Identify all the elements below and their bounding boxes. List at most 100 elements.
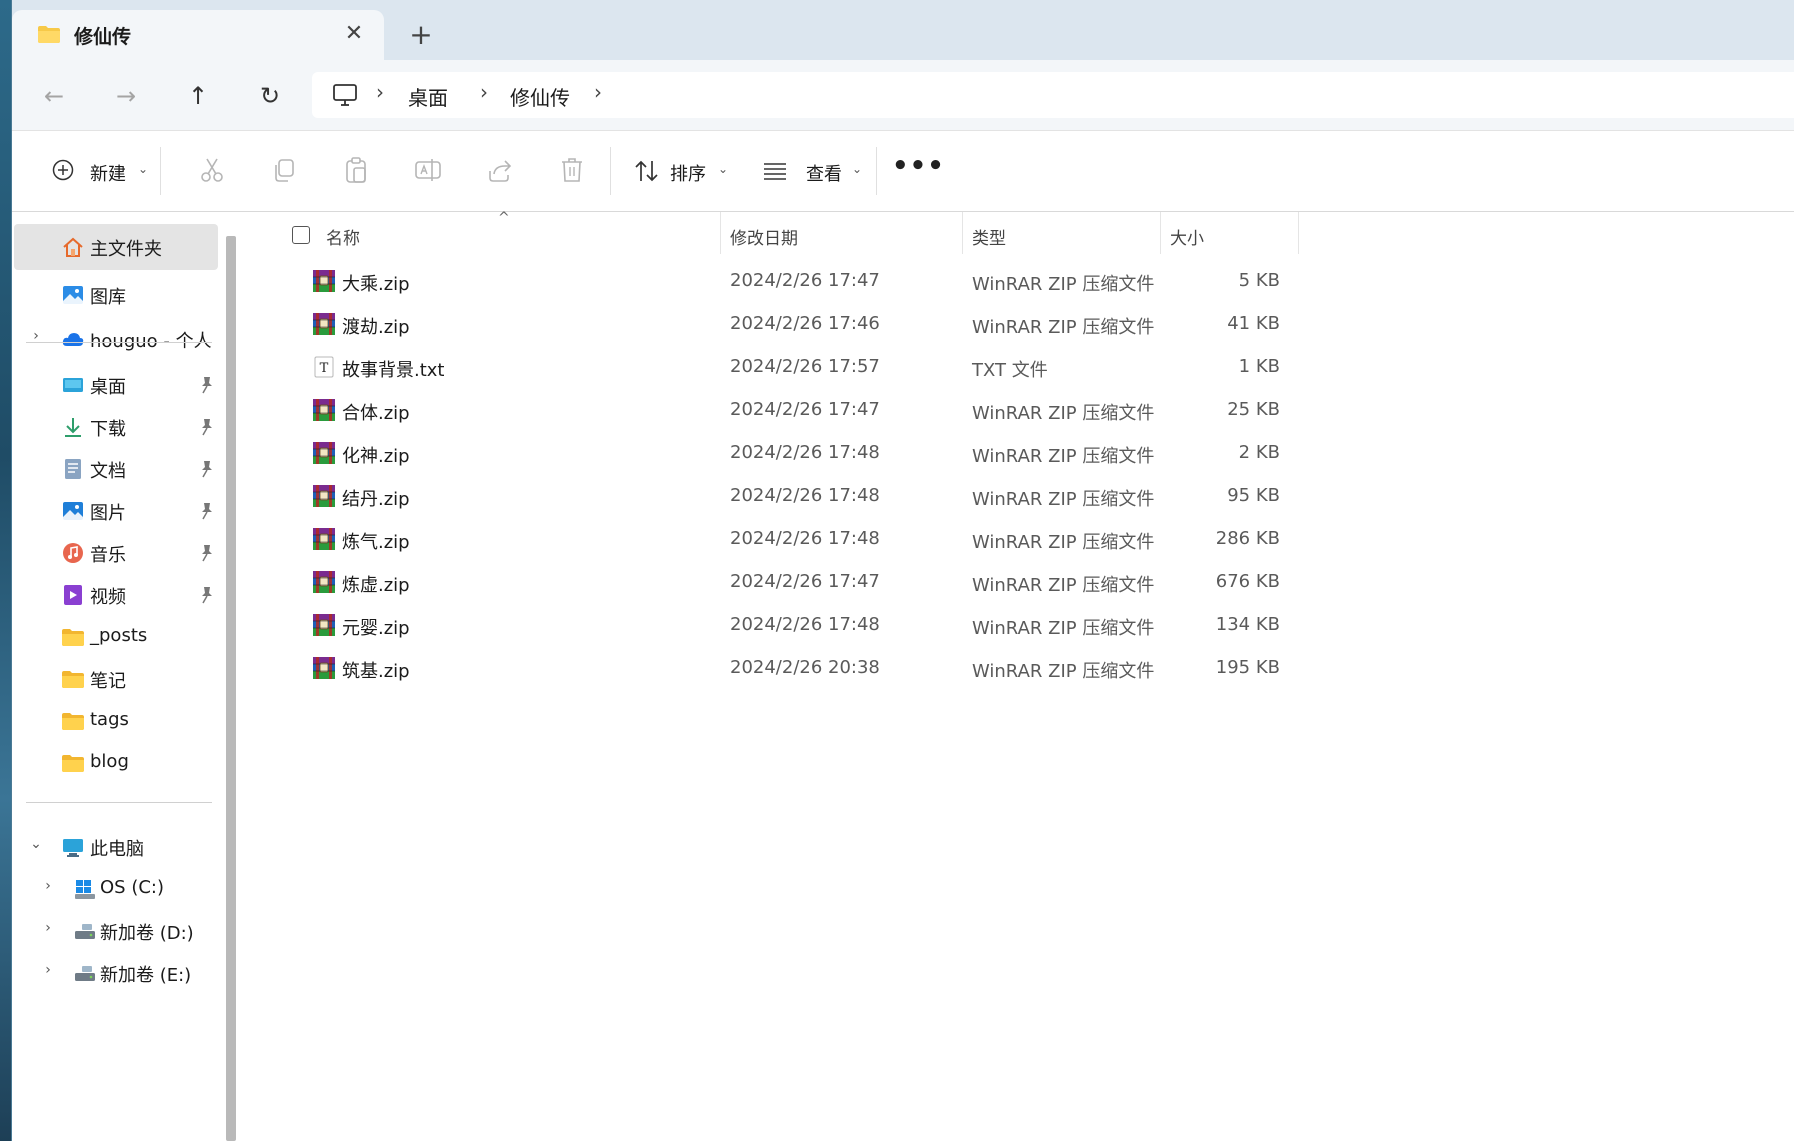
sidebar-divider: [26, 342, 212, 343]
toolbar-divider: [160, 147, 161, 195]
select-all-checkbox[interactable]: [292, 226, 310, 244]
refresh-button[interactable]: ↻: [248, 76, 292, 116]
more-options-button[interactable]: •••: [892, 151, 944, 191]
file-row[interactable]: 炼气.zip 2024/2/26 17:48 WinRAR ZIP 压缩文件 286 …: [244, 518, 1324, 561]
file-size: 41 KB: [1227, 313, 1280, 334]
file-row[interactable]: 化神.zip 2024/2/26 17:48 WinRAR ZIP 压缩文件 2 KB: [244, 432, 1324, 475]
new-tab-button[interactable]: +: [404, 20, 438, 54]
sidebar-item-music[interactable]: 音乐: [14, 530, 218, 576]
tab-current-folder[interactable]: 修仙传 ✕: [12, 10, 384, 60]
sidebar-item-label: 此电脑: [90, 839, 144, 860]
sidebar-item-drive-c[interactable]: › OS (C:): [14, 866, 218, 912]
forward-button[interactable]: →: [104, 76, 148, 116]
column-divider[interactable]: [1298, 212, 1299, 254]
sidebar-item-posts[interactable]: _posts: [14, 614, 218, 660]
file-date-modified: 2024/2/26 17:47: [730, 399, 880, 420]
file-name: 合体.zip: [342, 403, 410, 424]
breadcrumb-desktop[interactable]: 桌面: [408, 82, 448, 111]
file-type: WinRAR ZIP 压缩文件: [972, 661, 1155, 682]
sidebar-scrollbar[interactable]: [226, 236, 236, 1141]
view-button[interactable]: 查看 ⌄: [754, 149, 874, 193]
pin-icon[interactable]: [200, 544, 214, 562]
share-icon[interactable]: [485, 155, 515, 185]
cut-icon[interactable]: [197, 155, 227, 185]
file-date-modified: 2024/2/26 17:48: [730, 528, 880, 549]
file-row[interactable]: 合体.zip 2024/2/26 17:47 WinRAR ZIP 压缩文件 25 K…: [244, 389, 1324, 432]
copy-icon[interactable]: [269, 155, 299, 185]
column-header-name[interactable]: 名称: [326, 224, 360, 264]
file-type: WinRAR ZIP 压缩文件: [972, 317, 1155, 338]
sidebar-item-onedrive[interactable]: › houguo - 个人: [14, 316, 218, 362]
up-button[interactable]: ↑: [176, 76, 220, 116]
sidebar-item-documents[interactable]: 文档: [14, 446, 218, 492]
navigation-bar: ← → ↑ ↻ › 桌面 › 修仙传 ›: [12, 60, 1794, 131]
file-list: ^ 名称 修改日期 类型 大小 大乘.zip 2024/2/26 17:47 Win…: [244, 210, 1794, 1141]
file-date-modified: 2024/2/26 17:48: [730, 614, 880, 635]
file-type: WinRAR ZIP 压缩文件: [972, 575, 1155, 596]
folder-icon: [62, 713, 84, 730]
sidebar-item-notes[interactable]: 笔记: [14, 656, 218, 702]
rename-icon[interactable]: [413, 155, 443, 185]
navigation-pane: 主文件夹 图库 › houguo - 个人 桌面 下载 文档 图片 音乐 视频 …: [12, 212, 244, 1141]
winrar-archive-icon: [313, 399, 335, 421]
sidebar-item-desktop[interactable]: 桌面: [14, 362, 218, 408]
chevron-right-icon[interactable]: ›: [40, 962, 56, 978]
toolbar-divider: [610, 147, 611, 195]
sidebar-item-gallery[interactable]: 图库: [14, 272, 218, 318]
breadcrumb-separator[interactable]: ›: [480, 80, 488, 104]
column-header-date[interactable]: 修改日期: [730, 224, 798, 264]
pin-icon[interactable]: [200, 502, 214, 520]
chevron-down-icon: ⌄: [718, 162, 729, 176]
sidebar-item-label: 新加卷 (D:): [100, 923, 194, 944]
column-header-type[interactable]: 类型: [972, 224, 1006, 264]
file-size: 25 KB: [1227, 399, 1280, 420]
sidebar-item-home[interactable]: 主文件夹: [14, 224, 218, 270]
column-divider[interactable]: [1160, 212, 1161, 254]
title-bar[interactable]: 修仙传 ✕ +: [12, 0, 1794, 60]
sidebar-item-pictures[interactable]: 图片: [14, 488, 218, 534]
breadcrumb-separator[interactable]: ›: [594, 80, 602, 104]
sidebar-item-blog[interactable]: blog: [14, 740, 218, 786]
close-tab-button[interactable]: ✕: [340, 20, 368, 48]
new-button[interactable]: 新建 ⌄: [40, 149, 160, 193]
sidebar-item-drive-e[interactable]: › 新加卷 (E:): [14, 950, 218, 996]
chevron-down-icon[interactable]: ⌄: [28, 836, 44, 852]
column-divider[interactable]: [720, 212, 721, 254]
folder-icon: [62, 755, 84, 772]
sidebar-item-label: 视频: [90, 587, 126, 608]
file-size: 134 KB: [1215, 614, 1280, 635]
file-row[interactable]: 大乘.zip 2024/2/26 17:47 WinRAR ZIP 压缩文件 5 KB: [244, 260, 1324, 303]
delete-icon[interactable]: [557, 155, 587, 185]
pin-icon[interactable]: [200, 586, 214, 604]
chevron-right-icon[interactable]: ›: [40, 878, 56, 894]
file-date-modified: 2024/2/26 17:47: [730, 571, 880, 592]
sidebar-item-tags[interactable]: tags: [14, 698, 218, 744]
breadcrumb-separator[interactable]: ›: [376, 80, 384, 104]
sort-button-label: 排序: [670, 164, 706, 185]
file-row[interactable]: 炼虚.zip 2024/2/26 17:47 WinRAR ZIP 压缩文件 676 …: [244, 561, 1324, 604]
column-header-size[interactable]: 大小: [1170, 224, 1204, 264]
column-divider[interactable]: [962, 212, 963, 254]
music-icon: [63, 543, 83, 563]
file-row[interactable]: 元婴.zip 2024/2/26 17:48 WinRAR ZIP 压缩文件 134 …: [244, 604, 1324, 647]
pin-icon[interactable]: [200, 460, 214, 478]
pin-icon[interactable]: [200, 418, 214, 436]
file-row[interactable]: T 故事背景.txt 2024/2/26 17:57 TXT 文件 1 KB: [244, 346, 1324, 389]
pin-icon[interactable]: [200, 376, 214, 394]
paste-icon[interactable]: [341, 155, 371, 185]
file-row[interactable]: 筑基.zip 2024/2/26 20:38 WinRAR ZIP 压缩文件 195 …: [244, 647, 1324, 690]
back-button[interactable]: ←: [32, 76, 76, 116]
file-date-modified: 2024/2/26 17:48: [730, 485, 880, 506]
breadcrumb-current-folder[interactable]: 修仙传: [510, 82, 570, 111]
file-row[interactable]: 渡劫.zip 2024/2/26 17:46 WinRAR ZIP 压缩文件 41 K…: [244, 303, 1324, 346]
address-bar[interactable]: › 桌面 › 修仙传 ›: [312, 72, 1794, 118]
sort-button[interactable]: 排序 ⌄: [626, 149, 736, 193]
file-row[interactable]: 结丹.zip 2024/2/26 17:48 WinRAR ZIP 压缩文件 95 K…: [244, 475, 1324, 518]
file-type: WinRAR ZIP 压缩文件: [972, 532, 1155, 553]
file-size: 1 KB: [1238, 356, 1280, 377]
sidebar-item-videos[interactable]: 视频: [14, 572, 218, 618]
chevron-right-icon[interactable]: ›: [40, 920, 56, 936]
sidebar-item-this-pc[interactable]: ⌄ 此电脑: [14, 824, 218, 870]
sidebar-item-downloads[interactable]: 下载: [14, 404, 218, 450]
sidebar-item-drive-d[interactable]: › 新加卷 (D:): [14, 908, 218, 954]
